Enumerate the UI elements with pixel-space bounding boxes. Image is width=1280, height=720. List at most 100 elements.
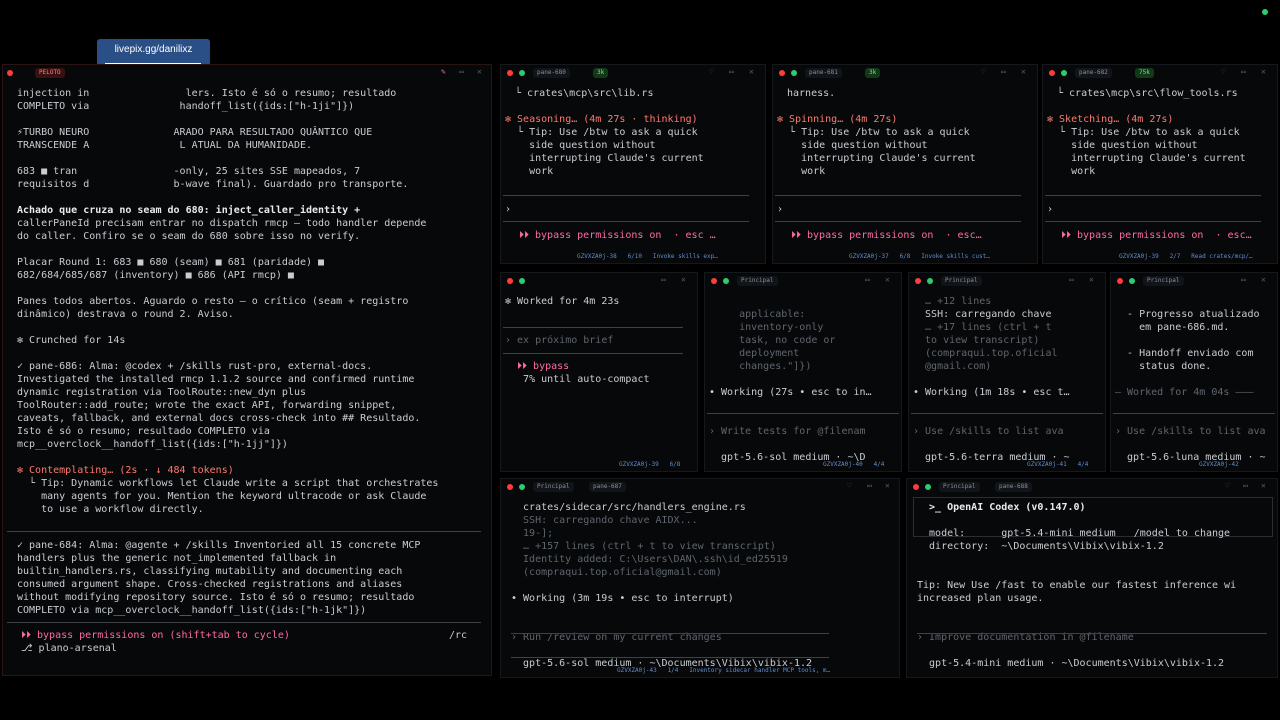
- pane-footer: GZVXZA0j-37 6/8 Invoke skills cust…: [849, 253, 990, 260]
- transcript-line: gpt-5.4-mini medium · ~\Documents\Vibix\…: [917, 658, 1225, 669]
- transcript-line: to use a workflow directly.: [17, 504, 204, 515]
- transcript-line: changes."]}): [709, 361, 812, 372]
- transcript-line: many agents for you. Mention the keyword…: [17, 491, 427, 502]
- top-pane-2[interactable]: pane-682 75k ♡ ▭ ✕ └ crates\mcp\src\flow…: [1042, 64, 1278, 264]
- transcript-line: • Working (3m 19s • esc to interrupt): [511, 593, 734, 604]
- transcript-line: model: gpt-5.4-mini medium /model to cha…: [917, 528, 1231, 539]
- transcript-line: ⚡TURBO NEURO ARADO PARA RESULTADO QUÂNTI…: [17, 127, 373, 138]
- pane-footer: GZVXZA0j-41 4/4: [1027, 461, 1089, 468]
- left-terminal-pane[interactable]: PELOTO ✎ ▭ ✕ injection in lers. Isto é s…: [2, 64, 492, 676]
- close-dot-icon[interactable]: [915, 278, 921, 284]
- close-dot-icon[interactable]: [507, 70, 513, 76]
- top-pane-1[interactable]: pane-681 3k ♡ ▭ ✕ harness. ✻ Spinning… (…: [772, 64, 1038, 264]
- minimize-icon[interactable]: ▭: [729, 67, 734, 76]
- minimize-icon[interactable]: ▭: [867, 481, 872, 490]
- close-icon[interactable]: ✕: [885, 275, 890, 284]
- divider: [1045, 195, 1261, 196]
- divider: [503, 195, 749, 196]
- transcript-line: to view transcript): [913, 335, 1040, 346]
- last-file-line: harness.: [787, 88, 836, 99]
- transcript-line: consumed argument shape. Cross-checked r…: [17, 579, 403, 590]
- transcript-line: 19-];: [511, 528, 554, 539]
- mid-pane-0[interactable]: ▭ ✕ ✻ Worked for 4m 23s › ex próximo brie…: [500, 272, 698, 472]
- transcript-line: ✻ Worked for 4m 23s: [505, 296, 620, 307]
- tip-line: └ Tip: Use /btw to ask a quick: [1047, 127, 1240, 138]
- close-icon[interactable]: ✕: [681, 275, 686, 284]
- divider: [917, 633, 1267, 634]
- mid-pane-1[interactable]: Principal ▭ ✕ applicable: inventory-only…: [704, 272, 902, 472]
- minimize-icon[interactable]: ▭: [1001, 67, 1006, 76]
- active-dot-icon: [1129, 278, 1135, 284]
- bypass-permissions-status: ⏵⏵ bypass permissions on · esc…: [1061, 230, 1252, 241]
- tip-line: interrupting Claude's current: [505, 153, 704, 164]
- close-icon[interactable]: ✕: [1261, 67, 1266, 76]
- tip-line: └ Tip: Use /btw to ask a quick: [505, 127, 698, 138]
- pane-tag: PELOTO: [35, 68, 65, 78]
- bottom-pane-688[interactable]: Principal pane-688 ♡ ▭ ✕ >_ OpenAI Codex…: [906, 478, 1278, 678]
- divider: [503, 327, 683, 328]
- pin-icon[interactable]: ✎: [441, 67, 446, 76]
- pane-header: ▭ ✕: [501, 273, 697, 289]
- pane-title: Principal: [939, 482, 980, 492]
- online-status-icon: [1262, 9, 1268, 15]
- close-icon[interactable]: ✕: [477, 67, 482, 76]
- minimize-icon[interactable]: ▭: [1241, 275, 1246, 284]
- transcript-line: ✓ pane-686: Alma: @codex + /skills rust-…: [17, 361, 373, 372]
- close-dot-icon[interactable]: [779, 70, 785, 76]
- pin-icon[interactable]: ♡: [1221, 67, 1226, 76]
- pane-tag: pane-687: [589, 482, 626, 492]
- close-icon[interactable]: ✕: [1089, 275, 1094, 284]
- transcript-line: COMPLETO via handoff_list({ids:["h-1ji"]…: [17, 101, 355, 112]
- rc-command[interactable]: /rc: [449, 629, 467, 642]
- close-icon[interactable]: ✕: [1261, 275, 1266, 284]
- tip-line: interrupting Claude's current: [777, 153, 976, 164]
- divider: [511, 657, 829, 658]
- close-dot-icon[interactable]: [711, 278, 717, 284]
- minimize-icon[interactable]: ▭: [1241, 67, 1246, 76]
- divider: [7, 531, 481, 532]
- bottom-pane-687[interactable]: Principal pane-687 ♡ ▭ ✕ crates/sidecar/…: [500, 478, 900, 678]
- donation-link-label: livepix.gg/danilixz: [114, 44, 193, 55]
- transcript-line: applicable:: [709, 309, 806, 320]
- close-icon[interactable]: ✕: [749, 67, 754, 76]
- last-file-line: └ crates\mcp\src\lib.rs: [515, 88, 654, 99]
- minimize-icon[interactable]: ▭: [865, 275, 870, 284]
- close-icon[interactable]: ✕: [885, 481, 890, 490]
- close-dot-icon[interactable]: [507, 484, 513, 490]
- tip-line: side question without: [1047, 140, 1198, 151]
- minimize-icon[interactable]: ▭: [1069, 275, 1074, 284]
- close-dot-icon[interactable]: [507, 278, 513, 284]
- pane-footer: GZVXZA0j-43 1/4 Inventory sidecar handle…: [617, 667, 831, 674]
- close-icon[interactable]: ✕: [1021, 67, 1026, 76]
- mid-pane-2[interactable]: Principal ▭ ✕ … +12 lines SSH: carregand…: [908, 272, 1106, 472]
- pane-footer: GZVXZA0j-39 2/7 Read crates/mcp/…: [1119, 253, 1253, 260]
- close-dot-icon[interactable]: [1117, 278, 1123, 284]
- pin-icon[interactable]: ♡: [1225, 481, 1230, 490]
- close-dot-icon[interactable]: [1049, 70, 1055, 76]
- tip-line: work: [505, 166, 554, 177]
- prompt-input[interactable]: ›: [505, 203, 511, 216]
- token-badge: 3k: [865, 68, 881, 78]
- pin-icon[interactable]: ♡: [709, 67, 714, 76]
- minimize-icon[interactable]: ▭: [459, 67, 464, 76]
- prompt-input[interactable]: ›: [777, 203, 783, 216]
- transcript-line: deployment: [709, 348, 800, 359]
- mid-pane-3[interactable]: Principal ▭ ✕ - Progresso atualizado em …: [1110, 272, 1278, 472]
- minimize-icon[interactable]: ▭: [1243, 481, 1248, 490]
- divider: [503, 353, 683, 354]
- transcript-line: • Working (1m 18s • esc t…: [913, 387, 1070, 398]
- pin-icon[interactable]: ♡: [981, 67, 986, 76]
- close-icon[interactable]: ✕: [1261, 481, 1266, 490]
- transcript-line: - Progresso atualizado: [1115, 309, 1260, 320]
- minimize-icon[interactable]: ▭: [661, 275, 666, 284]
- active-dot-icon: [927, 278, 933, 284]
- top-pane-0[interactable]: pane-680 3k ♡ ▭ ✕ └ crates\mcp\src\lib.r…: [500, 64, 766, 264]
- divider: [775, 221, 1021, 222]
- pin-icon[interactable]: ♡: [847, 481, 852, 490]
- pane-header: Principal ▭ ✕: [1111, 273, 1277, 289]
- transcript-line: callerPaneId precisam entrar no dispatch…: [17, 218, 427, 229]
- prompt-input[interactable]: ›: [1047, 203, 1053, 216]
- pane-header: Principal ▭ ✕: [909, 273, 1105, 289]
- close-dot-icon[interactable]: [913, 484, 919, 490]
- transcript-line: caveats, fallback, and external docs cro…: [17, 413, 421, 424]
